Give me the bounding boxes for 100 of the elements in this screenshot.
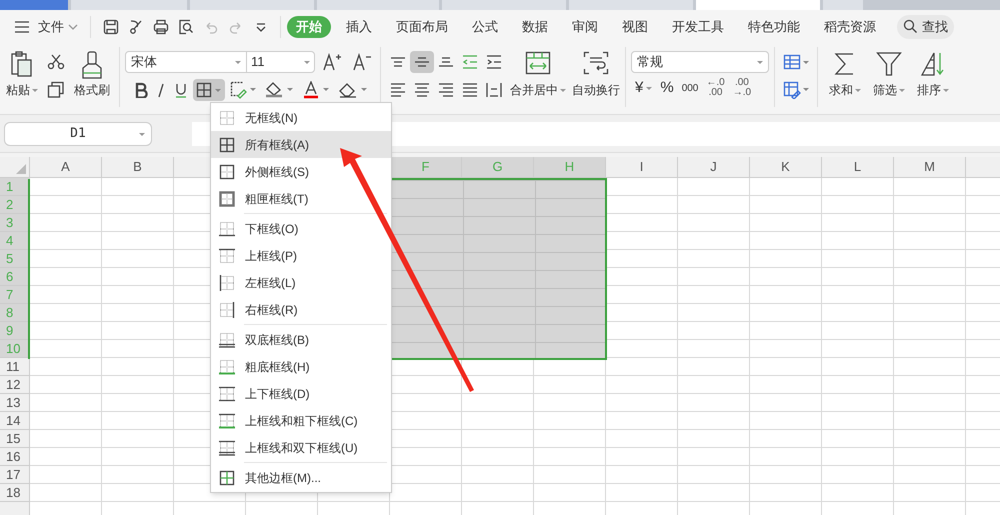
menu-item[interactable]: 所有框线(A)	[211, 131, 391, 158]
border-pencil-icon	[230, 81, 256, 99]
caret-icon	[855, 88, 861, 92]
column-header[interactable]: A	[30, 157, 102, 177]
clipboard-icon	[10, 51, 34, 79]
print-preview-icon	[178, 18, 194, 34]
column-header[interactable]: B	[102, 157, 174, 177]
ribbon-tab[interactable]: 页面布局	[389, 16, 455, 38]
ribbon-tab[interactable]: 插入	[339, 16, 379, 38]
decimal-label: .00	[708, 88, 724, 98]
border-top-icon	[219, 248, 235, 264]
bold-icon	[134, 82, 148, 98]
merge-icon	[525, 51, 551, 75]
ribbon-tab[interactable]: 审阅	[565, 16, 605, 38]
menu-item[interactable]: 上框线和双下框线(U)	[211, 434, 391, 461]
row-header[interactable]: 13	[0, 394, 29, 412]
filter-button[interactable]: 筛选	[871, 43, 907, 99]
caret-icon	[646, 86, 652, 90]
underline-icon	[174, 82, 188, 98]
ribbon-tab[interactable]: 数据	[515, 16, 555, 38]
decrease-indent-icon	[461, 53, 479, 71]
thousands-button[interactable]: 000	[682, 77, 698, 99]
row-header[interactable]: 17	[0, 466, 29, 484]
menu-item[interactable]: 右框线(R)	[211, 296, 391, 323]
chevron-icon	[68, 24, 78, 30]
menu-item[interactable]: 上框线(P)	[211, 242, 391, 269]
caret-icon	[560, 88, 566, 92]
caret-icon	[32, 88, 38, 92]
eraser-icon	[338, 81, 368, 99]
menu-item[interactable]: 上下框线(D)	[211, 380, 391, 407]
align-left-icon	[389, 81, 407, 99]
percent-button[interactable]: %	[660, 77, 674, 99]
ribbon-tab[interactable]: 公式	[465, 16, 505, 38]
name-box[interactable]: D1	[4, 122, 152, 146]
number-format-field[interactable]: 常规	[631, 51, 769, 73]
menu-item[interactable]: 下框线(O)	[211, 215, 391, 242]
wrap-icon	[583, 51, 609, 75]
caret-icon	[757, 60, 763, 64]
column-header[interactable]: L	[822, 157, 894, 177]
scissors-icon	[47, 54, 65, 70]
funnel-icon	[876, 51, 902, 77]
menu-item[interactable]: 无框线(N)	[211, 104, 391, 131]
ribbon-tab[interactable]: 特色功能	[741, 16, 807, 38]
select-all-icon	[15, 163, 27, 175]
row-header[interactable]: 12	[0, 376, 29, 394]
justify-icon	[461, 81, 479, 99]
borders-button[interactable]	[193, 79, 225, 101]
sum-button[interactable]: 求和	[827, 43, 863, 99]
row-header[interactable]: 15	[0, 430, 29, 448]
align-right-icon	[437, 81, 455, 99]
increase-decimal-button[interactable]: ←.0 .00	[706, 77, 725, 99]
border-top-thick-bottom-icon	[219, 412, 235, 428]
search-button[interactable]: 查找	[897, 14, 954, 38]
search-icon	[903, 19, 918, 34]
row-header[interactable]: 18	[0, 484, 29, 502]
format-painter-button[interactable]: 格式刷	[72, 43, 112, 99]
border-more-icon	[219, 470, 235, 486]
row-header[interactable]: 16	[0, 448, 29, 466]
sort-icon	[920, 51, 946, 77]
grow-font-icon	[322, 53, 342, 71]
ribbon-tab[interactable]: 开发工具	[665, 16, 731, 38]
font-color-icon	[302, 81, 330, 99]
border-top-double-bottom-icon	[219, 440, 235, 456]
table-icon	[783, 54, 809, 70]
menu-item[interactable]: 外侧框线(S)	[211, 158, 391, 185]
align-center-icon	[413, 81, 431, 99]
border-thick-bottom-icon	[219, 358, 235, 374]
ribbon-tab[interactable]: 稻壳资源	[817, 16, 883, 38]
decimal-label: .00	[734, 78, 750, 88]
border-thick-icon	[219, 190, 235, 206]
merge-center-button[interactable]: 合并居中	[508, 43, 568, 99]
border-bottom-icon	[219, 220, 235, 236]
row-header[interactable]: 14	[0, 412, 29, 430]
menu-item[interactable]: 粗匣框线(T)	[211, 185, 391, 212]
border-none-icon	[219, 110, 235, 126]
border-all-icon	[219, 136, 235, 152]
italic-icon	[156, 82, 166, 98]
file-menu[interactable]: 文件	[10, 14, 82, 38]
wrap-text-button[interactable]: 自动换行	[570, 43, 622, 99]
sort-button[interactable]: 排序	[915, 43, 951, 99]
align-middle-button[interactable]	[410, 51, 434, 73]
distributed-icon	[485, 81, 503, 99]
decimal-label: ←.0	[706, 78, 725, 88]
brush-icon	[80, 51, 104, 79]
column-header[interactable]: M	[894, 157, 966, 177]
menu-item[interactable]: 左框线(L)	[211, 269, 391, 296]
decrease-decimal-button[interactable]: .00 →.0	[732, 77, 752, 99]
menu-item[interactable]: 双底框线(B)	[211, 326, 391, 353]
currency-button[interactable]: ¥	[635, 77, 652, 99]
column-header[interactable]: K	[750, 157, 822, 177]
align-bottom-icon	[437, 57, 455, 67]
align-top-icon	[389, 57, 407, 67]
menu-item[interactable]: 其他边框(M)...	[211, 464, 391, 491]
column-header[interactable]: I	[606, 157, 678, 177]
ribbon-tab[interactable]: 视图	[615, 16, 655, 38]
decimal-label: →.0	[732, 88, 752, 98]
menu-item[interactable]: 上框线和粗下框线(C)	[211, 407, 391, 434]
menu-item[interactable]: 粗底框线(H)	[211, 353, 391, 380]
paste-button[interactable]: 粘贴	[4, 43, 40, 99]
column-header[interactable]: J	[678, 157, 750, 177]
